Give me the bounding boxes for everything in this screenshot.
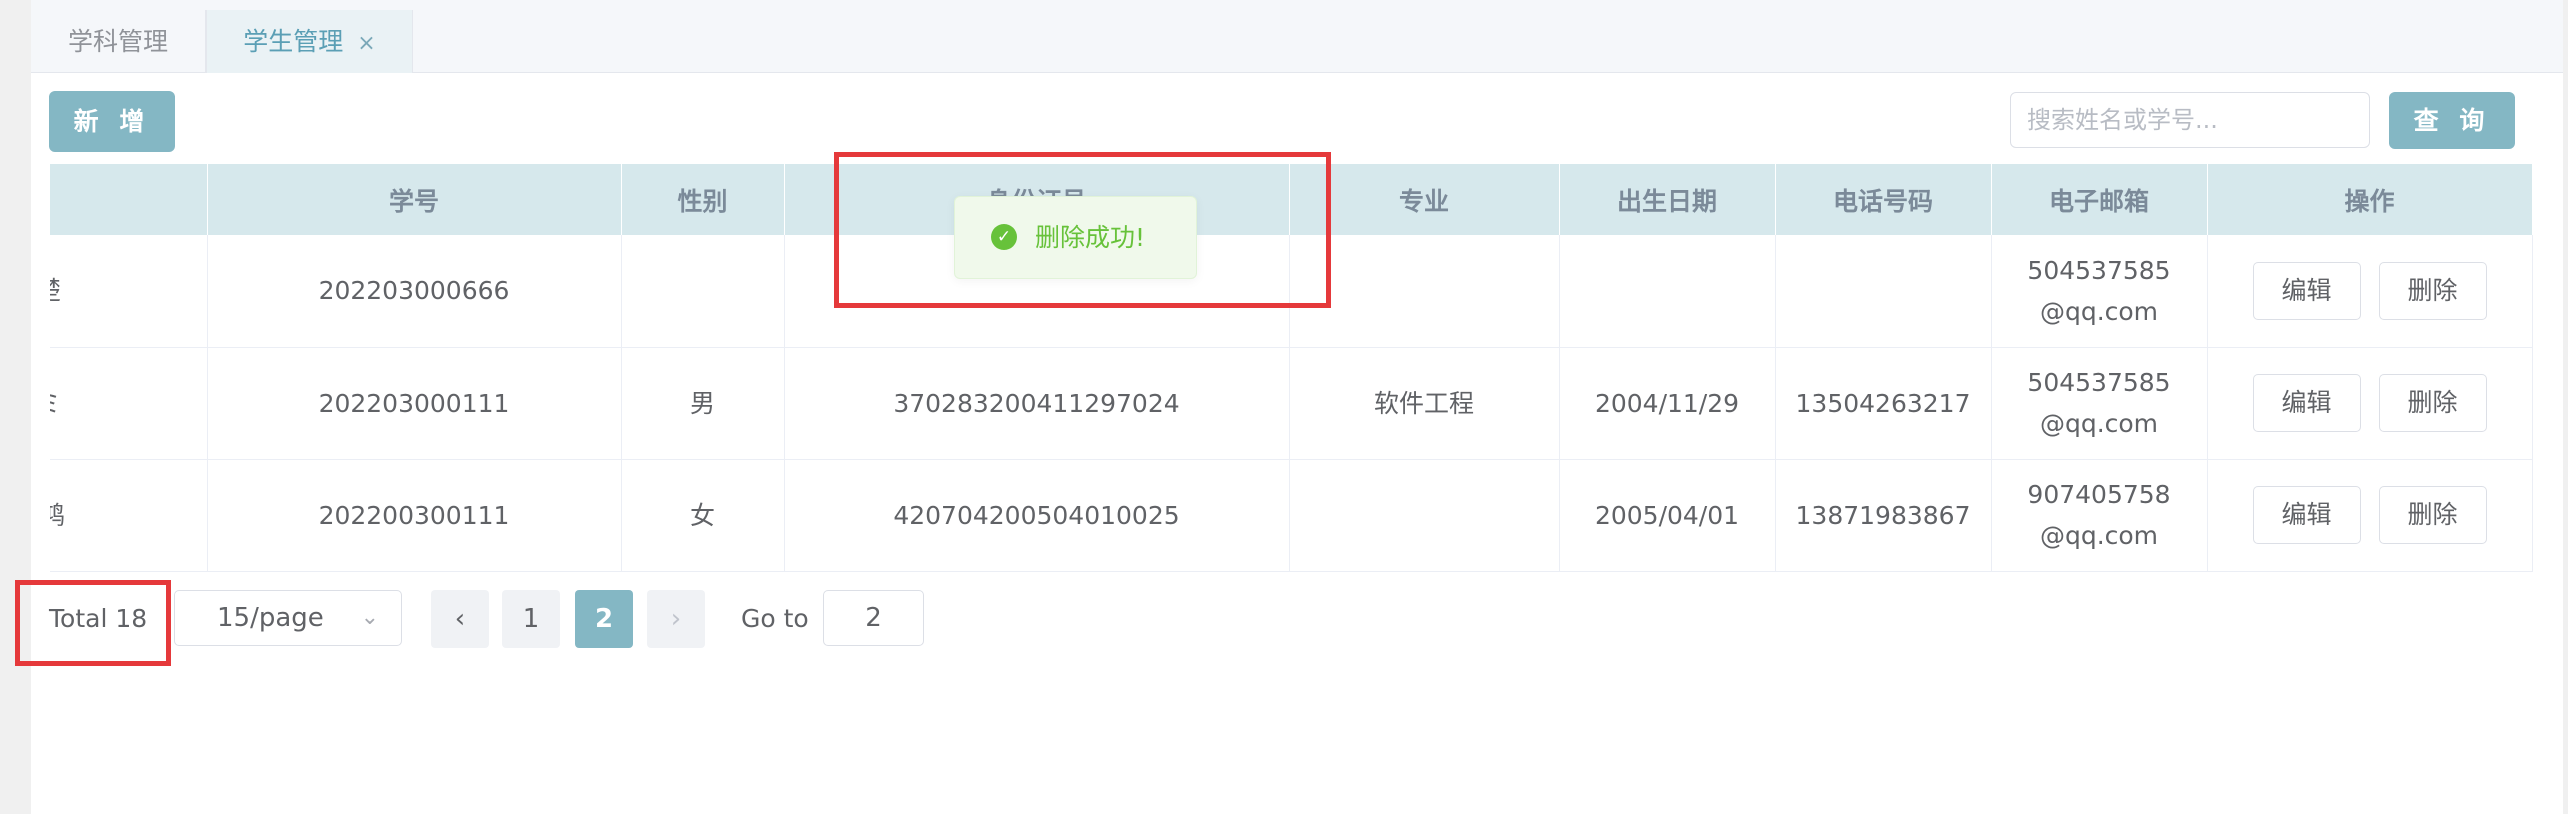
page-button-2-current[interactable]: 2 [575,590,633,648]
cell-major: 软件工程 [1289,347,1560,460]
tab-label: 学生管理 [243,27,344,56]
goto-page-input[interactable]: 2 [823,590,924,646]
cell-actions: 编辑 删除 [2207,235,2533,348]
cell-actions: 编辑 删除 [2207,459,2533,572]
name-text: ミ [50,389,61,418]
cell-id-card: 420704200504010025 [784,459,1290,572]
edit-button[interactable]: 编辑 [2252,486,2361,544]
cell-phone: 13504263217 [1775,347,1992,460]
tab-student-management[interactable]: 学生管理 × [206,10,413,73]
cell-name: 楚 [50,235,208,348]
cell-email: 907405758@qq.com [1991,459,2208,572]
tab-bar: 学科管理 学生管理 × [31,0,2563,73]
delete-button[interactable]: 删除 [2378,261,2487,320]
name-text: 楚 [50,276,61,305]
email-text: 907405758@qq.com [2027,480,2171,550]
column-header-email: 电子邮箱 [1991,164,2208,235]
prev-page-button[interactable]: ‹ [431,590,489,648]
column-header-phone: 电话号码 [1775,164,1992,235]
cell-id-card: 370283200411297024 [784,347,1290,460]
table-row: 鸿 202200300111 女 420704200504010025 2005… [50,459,2533,572]
cell-birth-date: 2004/11/29 [1559,347,1776,460]
cell-birth-date [1559,235,1776,348]
page-button-1[interactable]: 1 [502,590,560,648]
cell-name: 鸿 [50,459,208,572]
cell-student-id: 202200300111 [207,459,622,572]
query-button[interactable]: 查 询 [2389,92,2515,149]
table-row: ミ 202203000111 男 370283200411297024 软件工程… [50,347,2533,460]
cell-major [1289,459,1560,572]
add-button[interactable]: 新 增 [49,91,175,152]
column-header-name [50,164,208,235]
cell-name: ミ [50,347,208,460]
delete-button[interactable]: 删除 [2378,486,2487,544]
cell-student-id: 202203000111 [207,347,622,460]
highlight-box-toast [834,152,1331,308]
page-size-select[interactable]: 15/page ⌄ [174,590,402,646]
cell-student-id: 202203000666 [207,235,622,348]
cell-gender: 男 [621,347,785,460]
column-header-student-id: 学号 [207,164,622,235]
goto-label: Go to [741,604,809,633]
chevron-right-icon: › [670,604,682,634]
close-icon[interactable]: × [357,31,375,56]
tab-label: 学科管理 [67,27,168,56]
cell-gender: 女 [621,459,785,572]
email-text: 504537585@qq.com [2027,368,2171,438]
next-page-button[interactable]: › [647,590,705,648]
tab-subject-management[interactable]: 学科管理 [31,10,206,73]
highlight-box-total [15,580,171,666]
page-size-value: 15/page [217,603,324,633]
edit-button[interactable]: 编辑 [2252,261,2361,320]
delete-button[interactable]: 删除 [2378,374,2487,432]
cell-phone: 13871983867 [1775,459,1992,572]
search-input[interactable] [2010,92,2370,148]
column-header-actions: 操作 [2207,164,2533,235]
column-header-gender: 性别 [621,164,785,235]
cell-phone [1775,235,1992,348]
email-text: 504537585@qq.com [2027,255,2171,326]
column-header-birth-date: 出生日期 [1559,164,1776,235]
cell-birth-date: 2005/04/01 [1559,459,1776,572]
name-text: 鸿 [50,501,65,530]
cell-email: 504537585@qq.com [1991,347,2208,460]
chevron-left-icon: ‹ [454,604,466,634]
chevron-down-icon: ⌄ [360,605,379,630]
edit-button[interactable]: 编辑 [2252,374,2361,432]
cell-email: 504537585@qq.com [1991,235,2208,348]
cell-gender [621,235,785,348]
cell-actions: 编辑 删除 [2207,347,2533,460]
